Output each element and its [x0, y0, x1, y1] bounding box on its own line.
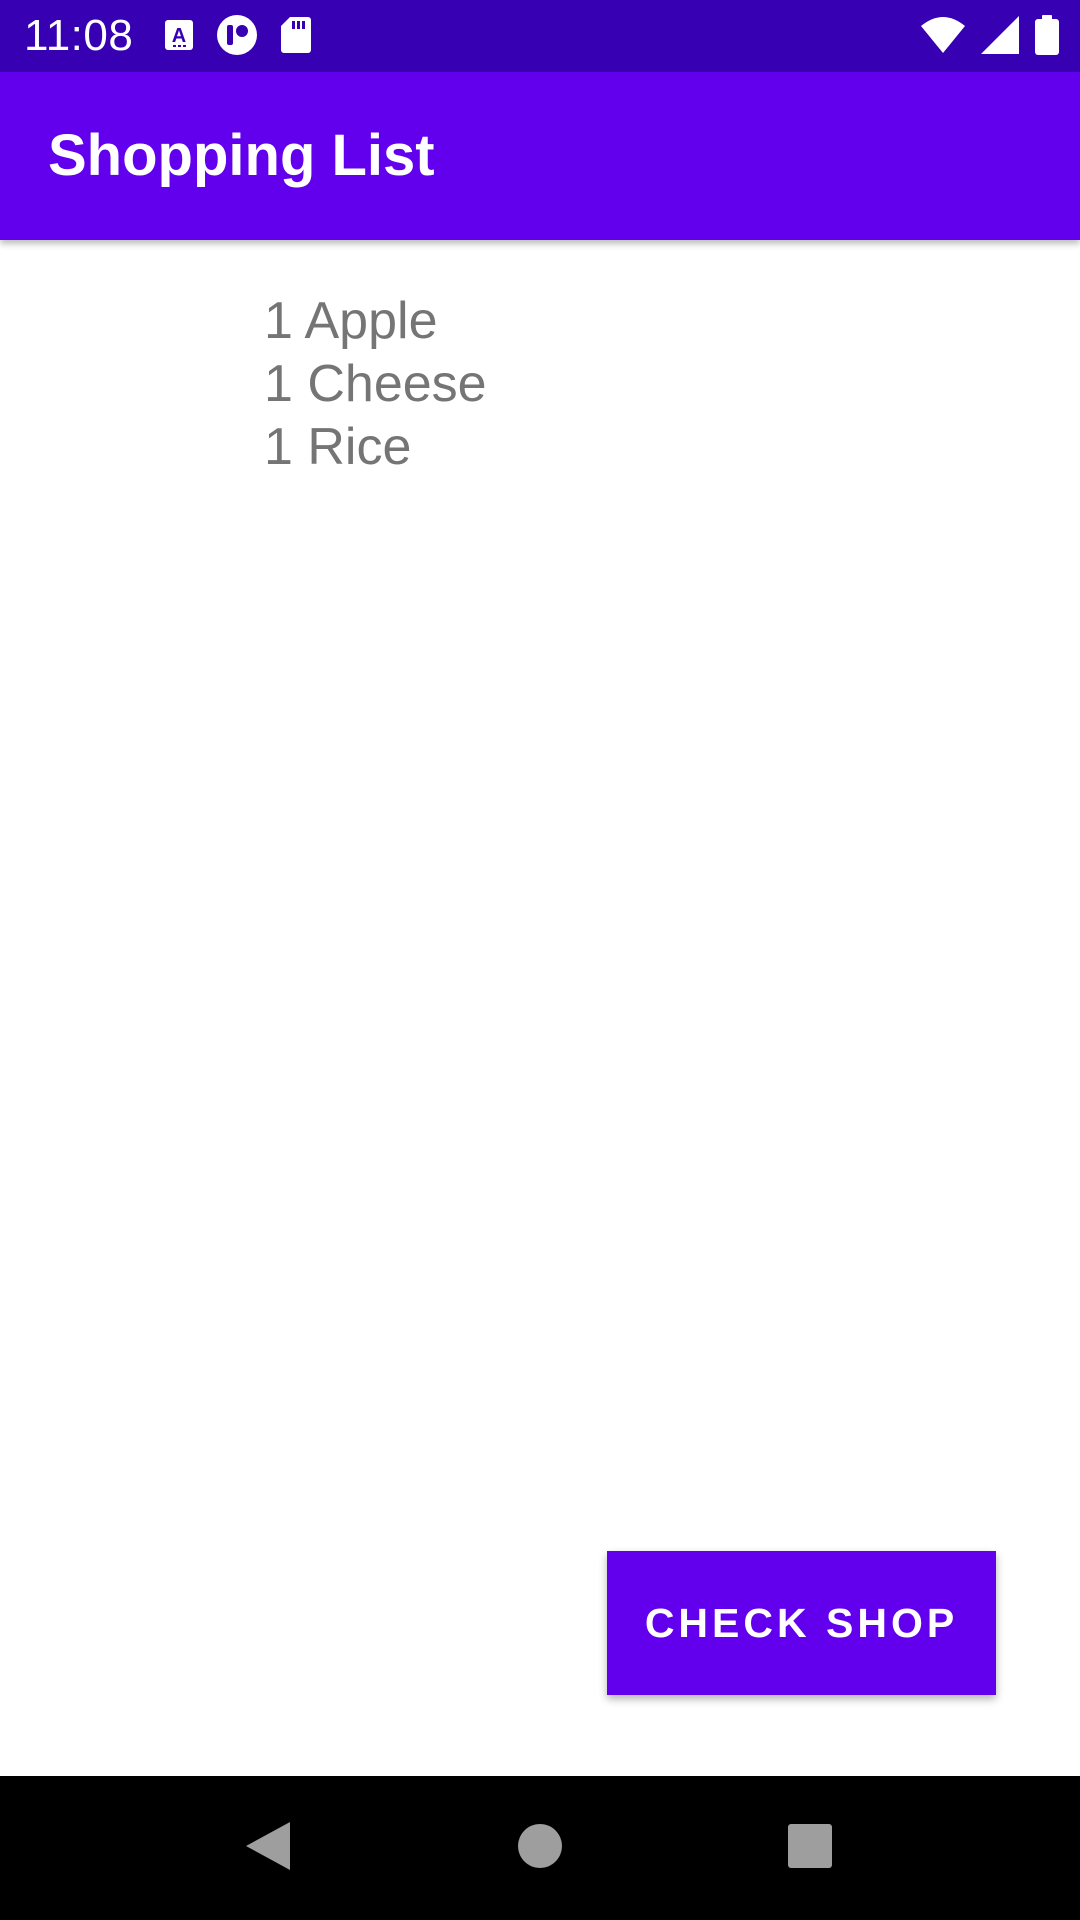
main-content: 1 Apple 1 Cheese 1 Rice CHECK SHOP [0, 240, 1080, 1776]
status-notification-icons: A [164, 14, 312, 60]
list-item: 1 Apple [264, 292, 438, 350]
shopping-list: 1 Apple 1 Cheese 1 Rice [264, 290, 487, 479]
recents-button[interactable] [760, 1798, 860, 1898]
sd-card-icon [280, 16, 312, 59]
back-button[interactable] [218, 1798, 318, 1898]
status-time: 11:08 [24, 11, 134, 60]
back-icon [244, 1820, 292, 1877]
list-item: 1 Rice [264, 418, 412, 476]
cellular-signal-icon [980, 15, 1020, 60]
recents-icon [787, 1823, 833, 1874]
app-bar: Shopping List [0, 72, 1080, 240]
assistant-icon [216, 14, 258, 61]
home-button[interactable] [490, 1798, 590, 1898]
svg-text:A: A [172, 25, 186, 47]
navigation-bar [0, 1776, 1080, 1920]
status-system-icons [920, 14, 1060, 60]
page-title: Shopping List [48, 123, 435, 188]
wifi-icon [920, 16, 966, 59]
keyboard-a-icon: A [164, 19, 194, 56]
battery-icon [1034, 14, 1060, 61]
list-item: 1 Cheese [264, 355, 487, 413]
home-icon [517, 1823, 563, 1874]
status-bar: 11:08 A [0, 0, 1080, 72]
check-shop-button[interactable]: CHECK SHOP [607, 1551, 996, 1695]
